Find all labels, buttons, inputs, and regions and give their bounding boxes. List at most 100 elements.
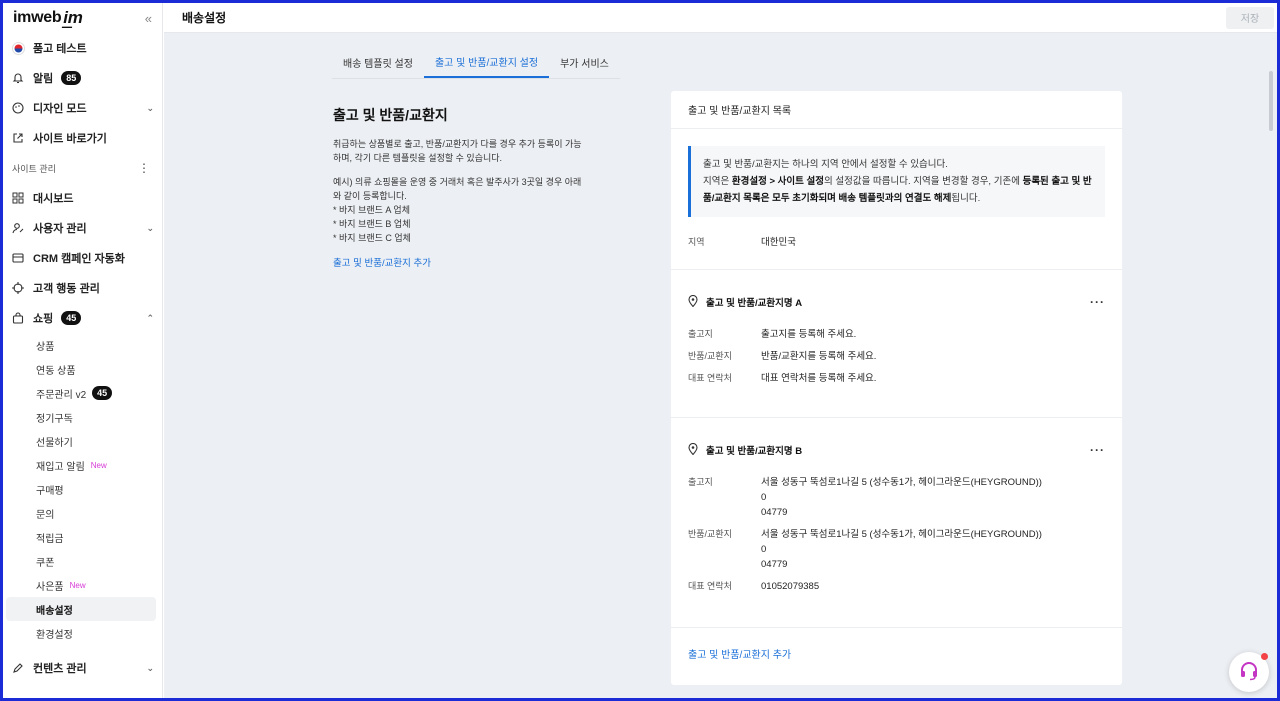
design-mode-label: 디자인 모드 xyxy=(33,103,87,115)
contents-label: 컨텐츠 관리 xyxy=(33,663,87,675)
sub-label: 쿠폰 xyxy=(36,557,55,569)
example-line: * 바지 브랜드 B 업체 xyxy=(333,219,411,229)
shopping-label: 쇼핑 xyxy=(33,313,54,325)
sidebar-sub-orders[interactable]: 주문관리 v2 45 xyxy=(3,381,162,405)
sidebar-item-design-mode[interactable]: 디자인 모드 ⌄ xyxy=(3,93,162,123)
chevron-down-icon: ⌄ xyxy=(146,102,154,113)
kebab-menu-icon[interactable]: ⋮ xyxy=(138,161,150,175)
location-name-text: 출고 및 반품/교환지명 B xyxy=(706,446,803,457)
location-row: 대표 연락처 대표 연락처를 등록해 주세요. xyxy=(688,373,877,384)
goto-site-label: 사이트 바로가기 xyxy=(33,133,107,145)
section-description: 취급하는 상품별로 출고, 반품/교환지가 다를 경우 추가 등록이 가능하며,… xyxy=(333,139,582,163)
sidebar-item-shopping[interactable]: 쇼핑 45 ⌃ xyxy=(3,303,162,333)
notifications-label: 알림 xyxy=(33,73,54,85)
customer-behavior-label: 고객 행동 관리 xyxy=(33,283,100,295)
tab-shipping-return-location[interactable]: 출고 및 반품/교환지 설정 xyxy=(423,47,550,78)
shopping-bag-icon xyxy=(11,312,25,324)
sub-label: 환경설정 xyxy=(36,629,73,641)
logo-mark-icon: i͟m xyxy=(63,8,83,27)
support-chat-button[interactable] xyxy=(1229,652,1269,692)
sub-label: 배송설정 xyxy=(36,605,73,617)
sidebar-item-dashboard[interactable]: 대시보드 xyxy=(3,183,162,213)
site-name-label: 품고 테스트 xyxy=(33,43,87,55)
sidebar-sub-products[interactable]: 상품 xyxy=(3,333,162,357)
palette-icon xyxy=(11,102,25,114)
tab-additional-services[interactable]: 부가 서비스 xyxy=(549,47,620,78)
imweb-logo[interactable]: imweb i͟m xyxy=(13,8,83,28)
sidebar-sub-points[interactable]: 적립금 xyxy=(3,525,162,549)
section-label: 사이트 관리 xyxy=(12,163,56,174)
location-row: 대표 연락처 01052079385 xyxy=(688,581,820,592)
map-pin-icon xyxy=(688,294,698,310)
site-name-item[interactable]: 품고 테스트 xyxy=(3,33,162,63)
sidebar-sub-coupons[interactable]: 쿠폰 xyxy=(3,549,162,573)
location-name: 출고 및 반품/교환지명 B xyxy=(688,442,803,458)
sidebar-sub-environment[interactable]: 환경설정 xyxy=(3,621,162,645)
sub-label: 상품 xyxy=(36,341,55,353)
location-item: 출고 및 반품/교환지명 B ··· 출고지 서울 성동구 뚝섬로1나길 5 (성… xyxy=(671,418,1122,627)
sub-label: 선물하기 xyxy=(36,437,73,449)
sidebar-item-contents[interactable]: 컨텐츠 관리 ⌄ xyxy=(3,653,162,683)
region-key: 지역 xyxy=(688,237,705,247)
sidebar-sub-shipping-settings[interactable]: 배송설정 xyxy=(6,597,156,621)
section-title: 출고 및 반품/교환지 xyxy=(333,107,448,123)
map-pin-icon xyxy=(688,442,698,458)
collapse-sidebar-icon[interactable]: « xyxy=(145,11,152,26)
card-title: 출고 및 반품/교환지 목록 xyxy=(671,91,1122,129)
logo-row: imweb i͟m « xyxy=(3,3,162,33)
sidebar-item-notifications[interactable]: 알림 85 xyxy=(3,63,162,93)
sidebar-item-goto-site[interactable]: 사이트 바로가기 xyxy=(3,123,162,153)
location-header: 출고 및 반품/교환지명 B ··· xyxy=(671,442,1122,458)
location-name: 출고 및 반품/교환지명 A xyxy=(688,294,803,310)
location-name-text: 출고 및 반품/교환지명 A xyxy=(706,298,803,309)
location-header: 출고 및 반품/교환지명 A ··· xyxy=(671,294,1122,310)
add-location-link[interactable]: 출고 및 반품/교환지 추가 xyxy=(671,646,808,661)
sidebar-sub-linked-products[interactable]: 연동 상품 xyxy=(3,357,162,381)
example-line: * 바지 브랜드 C 업체 xyxy=(333,233,411,243)
tab-shipping-template[interactable]: 배송 템플릿 설정 xyxy=(332,47,424,78)
new-tag: New xyxy=(90,460,107,470)
chevron-down-icon: ⌄ xyxy=(146,222,154,233)
location-item: 출고 및 반품/교환지명 A ··· 출고지 출고지를 등록해 주세요. 반품/교… xyxy=(671,270,1122,417)
add-location-link[interactable]: 출고 및 반품/교환지 추가 xyxy=(333,255,583,269)
chevron-up-icon: ⌃ xyxy=(146,312,154,323)
info-line: 출고 및 반품/교환지는 하나의 지역 안에서 설정할 수 있습니다. xyxy=(703,159,948,170)
example-line: * 바지 브랜드 A 업체 xyxy=(333,205,410,215)
sidebar-sub-inquiries[interactable]: 문의 xyxy=(3,501,162,525)
main-content: 배송 템플릿 설정 출고 및 반품/교환지 설정 부가 서비스 출고 및 반품/… xyxy=(164,33,1277,698)
site-management-section: 사이트 관리 ⋮ xyxy=(3,153,162,183)
location-row: 출고지 서울 성동구 뚝섬로1나길 5 (성수동1가, 헤이그라운드(HEYGRO… xyxy=(688,477,1042,518)
save-button[interactable]: 저장 xyxy=(1226,6,1274,29)
scrollbar[interactable] xyxy=(1269,71,1273,131)
sidebar: imweb i͟m « 품고 테스트 알림 85 디자인 모드 ⌄ 사이트 바로… xyxy=(3,3,163,698)
more-options-icon[interactable]: ··· xyxy=(1090,443,1105,457)
top-header: 배송설정 저장 xyxy=(164,3,1277,33)
region-value: 대한민국 xyxy=(761,237,796,248)
location-list-card: 출고 및 반품/교환지 목록 출고 및 반품/교환지는 하나의 지역 안에서 설… xyxy=(671,91,1122,685)
sub-label: 재입고 알림 xyxy=(36,461,85,473)
sidebar-sub-subscription[interactable]: 정기구독 xyxy=(3,405,162,429)
campaign-icon xyxy=(11,252,25,264)
sidebar-item-customer-behavior[interactable]: 고객 행동 관리 xyxy=(3,273,162,303)
bell-icon xyxy=(11,72,25,84)
sub-label: 구매평 xyxy=(36,485,64,497)
sidebar-sub-restock[interactable]: 재입고 알림 New xyxy=(3,453,162,477)
location-row: 반품/교환지 반품/교환지를 등록해 주세요. xyxy=(688,351,877,362)
sidebar-item-crm[interactable]: CRM 캠페인 자동화 xyxy=(3,243,162,273)
external-link-icon xyxy=(11,132,25,144)
info-line: 지역은 환경설정 > 사이트 설정의 설정값을 따릅니다. 지역을 변경할 경우… xyxy=(703,176,1092,204)
sidebar-item-users[interactable]: 사용자 관리 ⌄ xyxy=(3,213,162,243)
region-row: 지역 대한민국 xyxy=(671,235,1122,250)
orders-badge: 45 xyxy=(92,386,113,400)
more-options-icon[interactable]: ··· xyxy=(1090,295,1105,309)
example-line: 예시) 의류 쇼핑몰을 운영 중 거래처 혹은 발주사가 3곳일 경우 아래와 … xyxy=(333,177,582,201)
logo-text: imweb xyxy=(13,9,62,26)
sidebar-sub-reviews[interactable]: 구매평 xyxy=(3,477,162,501)
shopping-badge: 45 xyxy=(61,311,82,325)
location-row: 출고지 출고지를 등록해 주세요. xyxy=(688,329,857,340)
sidebar-sub-gift[interactable]: 선물하기 xyxy=(3,429,162,453)
dashboard-label: 대시보드 xyxy=(33,193,74,205)
sidebar-sub-freebies[interactable]: 사은품 New xyxy=(3,573,162,597)
sub-label: 정기구독 xyxy=(36,413,73,425)
notifications-badge: 85 xyxy=(61,71,82,85)
